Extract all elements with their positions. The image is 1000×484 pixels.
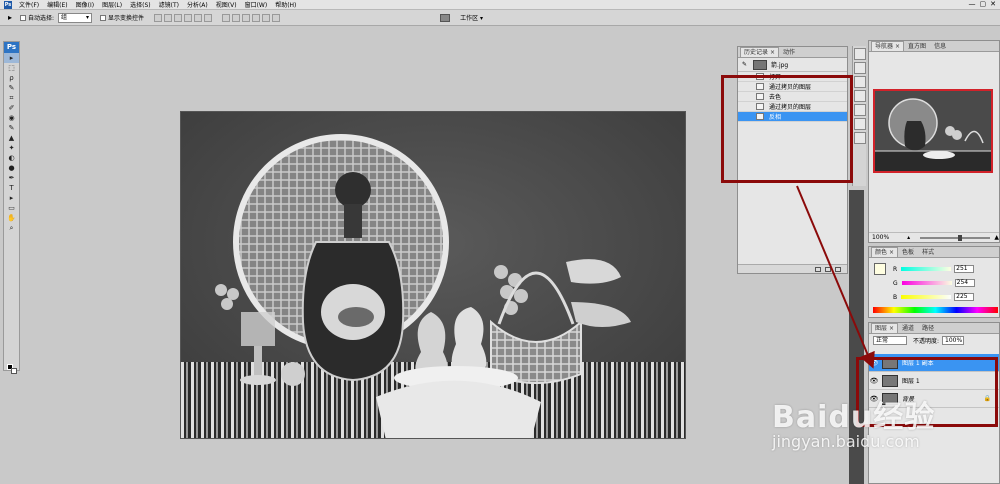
- watermark-url: jingyan.baidu.com: [772, 432, 920, 451]
- watermark-brand: Baidu经验: [772, 400, 936, 435]
